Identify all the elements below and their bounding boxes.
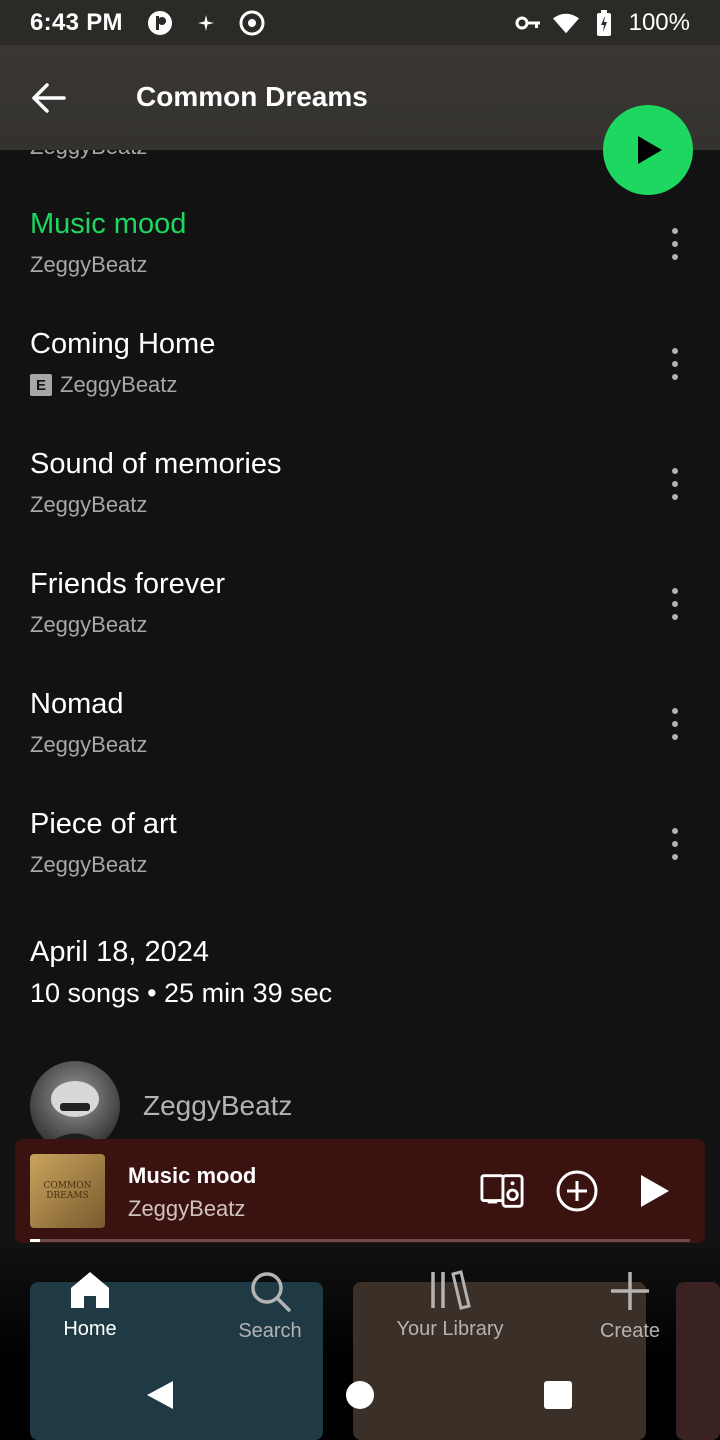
playlist-stats: 10 songs • 25 min 39 sec	[30, 978, 333, 1008]
track-artist: ZeggyBeatz	[30, 492, 147, 518]
app-notification-icon	[147, 10, 173, 36]
more-options-button[interactable]	[660, 338, 690, 390]
artist-name: ZeggyBeatz	[30, 732, 148, 757]
track-title: Piece of art	[30, 808, 177, 840]
nav-home[interactable]: Home	[0, 1262, 180, 1362]
track-title: Friends forever	[30, 568, 226, 600]
progress-fill	[30, 1239, 40, 1242]
system-icons: 100%	[515, 9, 690, 37]
library-icon	[431, 1270, 471, 1310]
nav-library-label: Your Library	[396, 1318, 504, 1340]
mini-play-button[interactable]	[632, 1169, 676, 1213]
track-title: Nomad	[30, 688, 124, 720]
nav-search[interactable]: Search	[180, 1262, 360, 1362]
back-triangle-icon	[147, 1381, 173, 1409]
profile-photo	[40, 1081, 110, 1151]
add-to-library-button[interactable]	[555, 1169, 599, 1213]
nav-home-label: Home	[63, 1318, 117, 1340]
nav-create-label: Create	[599, 1320, 661, 1342]
status-time: 6:43 PM	[30, 8, 123, 36]
artist-name: ZeggyBeatz	[30, 252, 148, 277]
now-playing-artist: ZeggyBeatz	[128, 1196, 246, 1221]
artist-name: ZeggyBeatz	[30, 492, 148, 517]
track-row[interactable]: Friends forever ZeggyBeatz	[0, 568, 720, 688]
avatar[interactable]	[30, 1061, 120, 1151]
track-artist: E ZeggyBeatz	[30, 372, 177, 398]
track-row[interactable]: Piece of art ZeggyBeatz	[0, 808, 720, 928]
system-recents-button[interactable]	[535, 1372, 581, 1418]
battery-icon	[591, 9, 617, 36]
more-icon	[672, 348, 678, 354]
more-options-button[interactable]	[660, 458, 690, 510]
album-art-text: COMMON DREAMS	[43, 1181, 92, 1201]
track-artist: ZeggyBeatz	[30, 252, 147, 278]
home-circle-icon	[346, 1381, 374, 1409]
plus-icon	[611, 1272, 649, 1310]
home-icon	[71, 1272, 109, 1308]
devices-icon	[480, 1174, 524, 1208]
now-playing-title: Music mood	[128, 1163, 257, 1188]
more-options-button[interactable]	[660, 818, 690, 870]
play-icon	[641, 1175, 669, 1207]
play-playlist-button[interactable]	[603, 105, 693, 195]
nav-search-label: Search	[238, 1320, 302, 1342]
track-title: Music mood	[30, 208, 187, 240]
vpn-shield-icon	[239, 10, 265, 36]
system-navigation-bar	[0, 1350, 720, 1440]
track-row[interactable]: Coming Home E ZeggyBeatz	[0, 328, 720, 448]
battery-percent: 100%	[628, 8, 690, 36]
mini-player[interactable]: COMMON DREAMS Music mood ZeggyBeatz	[15, 1139, 705, 1243]
add-circle-icon	[556, 1170, 598, 1212]
track-row[interactable]: Nomad ZeggyBeatz	[0, 688, 720, 808]
notification-icons	[147, 10, 265, 36]
track-title: Sound of memories	[30, 448, 282, 480]
track-row[interactable]: Music mood ZeggyBeatz	[0, 208, 720, 328]
more-icon	[672, 588, 678, 594]
track-artist: ZeggyBeatz	[30, 612, 147, 638]
play-icon	[638, 136, 662, 164]
nav-library[interactable]: Your Library	[360, 1262, 540, 1362]
track-title: Coming Home	[30, 328, 216, 360]
more-options-button[interactable]	[660, 578, 690, 630]
album-art: COMMON DREAMS	[30, 1154, 105, 1228]
status-bar: 6:43 PM 100%	[0, 0, 720, 45]
system-home-button[interactable]	[337, 1372, 383, 1418]
sparkle-icon	[193, 10, 219, 36]
more-icon	[672, 708, 678, 714]
page-title: Common Dreams	[136, 81, 368, 112]
more-options-button[interactable]	[660, 218, 690, 270]
search-icon	[251, 1272, 291, 1312]
bottom-navigation: Home Search Your Library Create	[0, 1262, 720, 1362]
artist-name: ZeggyBeatz	[30, 852, 148, 877]
artist-name: ZeggyBeatz	[30, 612, 148, 637]
wifi-icon	[552, 10, 579, 36]
back-button[interactable]	[28, 77, 70, 119]
track-artist: ZeggyBeatz	[30, 732, 147, 758]
track-row[interactable]: Sound of memories ZeggyBeatz	[0, 448, 720, 568]
playlist-date: April 18, 2024	[30, 936, 209, 968]
recents-square-icon	[544, 1381, 572, 1409]
key-icon	[515, 10, 541, 36]
system-back-button[interactable]	[137, 1372, 183, 1418]
arrow-left-icon	[32, 83, 66, 113]
more-icon	[672, 828, 678, 834]
nav-create[interactable]: Create	[540, 1262, 720, 1362]
owner-name[interactable]: ZeggyBeatz	[143, 1090, 292, 1122]
playback-progress[interactable]	[30, 1239, 690, 1242]
more-icon	[672, 468, 678, 474]
track-artist: ZeggyBeatz	[30, 852, 147, 878]
connect-device-button[interactable]	[480, 1169, 524, 1213]
more-options-button[interactable]	[660, 698, 690, 750]
explicit-badge: E	[30, 374, 52, 396]
more-icon	[672, 228, 678, 234]
artist-name: ZeggyBeatz	[60, 372, 178, 397]
